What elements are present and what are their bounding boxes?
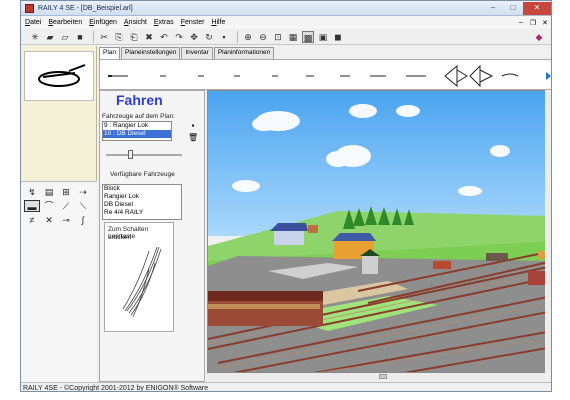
double-switch-icon[interactable]: ≠ <box>24 214 40 226</box>
scroll-right-arrow <box>546 72 551 80</box>
redo-icon[interactable]: ↷ <box>173 31 185 43</box>
switch-diagram <box>122 246 162 318</box>
menu-fenster[interactable]: Fenster <box>181 19 205 26</box>
slider-thumb[interactable] <box>128 150 133 159</box>
switch-preview: Zum Schalten Leertaste drücken <box>104 222 174 332</box>
view-2d-icon[interactable]: ▦ <box>287 31 299 43</box>
delete-icon[interactable]: ✖ <box>143 31 155 43</box>
list-item[interactable]: Block <box>103 185 181 193</box>
on-plan-list[interactable]: 9 : Rangier Lok 10 : DB Diesel <box>102 121 172 141</box>
copy-icon[interactable]: ⎘ <box>113 31 125 43</box>
rotate-icon[interactable]: ↻ <box>203 31 215 43</box>
crossing-tool-icon[interactable]: ⊞ <box>58 186 74 198</box>
menu-ansicht[interactable]: Ansicht <box>124 19 147 26</box>
scrollbar-thumb[interactable] <box>379 374 387 379</box>
undo-icon[interactable]: ↶ <box>158 31 170 43</box>
buffer-tool-icon[interactable]: ⇢ <box>75 186 91 198</box>
3d-scene <box>208 91 551 372</box>
mdi-minimize-button[interactable]: – <box>515 19 527 27</box>
trash-icon[interactable]: 🗑 <box>188 133 198 142</box>
window-title: RAILY 4 SE - [DB_Beispiel.arl] <box>38 4 133 12</box>
color-icon[interactable]: ◼ <box>332 31 344 43</box>
save-icon[interactable]: ■ <box>74 31 86 43</box>
drive-mode-icon[interactable]: ▣ <box>317 31 329 43</box>
straight-track-icon[interactable]: ▬ <box>24 200 40 212</box>
loco-preview <box>24 51 94 101</box>
fill-tool-icon[interactable]: ▤ <box>41 186 57 198</box>
left-tool-column: ↯ ▤ ⊞ ⇢ ▬ ⌒ ⟋ ⟍ ≠ ✕ ⊸ ∫ <box>21 46 97 382</box>
track-piece-bar <box>99 59 551 90</box>
horizontal-scrollbar[interactable] <box>207 373 545 380</box>
locomotive-icon <box>38 64 86 87</box>
menu-hilfe[interactable]: Hilfe <box>211 19 225 26</box>
cut-icon[interactable]: ✂ <box>98 31 110 43</box>
app-window: RAILY 4 SE - [DB_Beispiel.arl] – □ ✕ Dat… <box>20 0 552 392</box>
open-file-icon[interactable]: ▱ <box>59 31 71 43</box>
slope-track-icon[interactable]: ∫ <box>75 214 91 226</box>
signal-tool-icon[interactable]: ↯ <box>24 186 40 198</box>
toolbar-separator <box>93 30 94 43</box>
list-item[interactable]: Re 4/4 RAILY <box>103 209 181 217</box>
point-icon[interactable]: ▪ <box>218 31 230 43</box>
curve-track-icon[interactable]: ⌒ <box>41 200 57 212</box>
list-item[interactable]: Rangier Lok <box>103 193 181 201</box>
mdi-close-button[interactable]: ✕ <box>539 19 551 27</box>
speed-slider[interactable] <box>106 150 182 159</box>
end-track-icon[interactable]: ⊸ <box>58 214 74 226</box>
status-bar: RAILY 4SE - ©Copyright 2001-2012 by ENIG… <box>21 382 551 391</box>
tab-inventar[interactable]: Inventar <box>181 47 213 59</box>
menu-einfuegen[interactable]: Einfügen <box>89 19 117 26</box>
tools-icon[interactable]: ◆ <box>533 31 545 43</box>
app-icon <box>25 3 34 13</box>
crossover-icon[interactable]: ✕ <box>41 214 57 226</box>
panel-title: Fahren <box>116 92 163 108</box>
zoom-out-icon[interactable]: ⊖ <box>257 31 269 43</box>
list-item-selected[interactable]: 10 : DB Diesel <box>103 130 171 138</box>
menu-extras[interactable]: Extras <box>154 19 174 26</box>
minimize-button[interactable]: – <box>483 2 503 15</box>
paste-icon[interactable]: ⎗ <box>128 31 140 43</box>
vertical-scrollbar[interactable] <box>545 90 551 373</box>
mdi-restore-button[interactable]: ❐ <box>527 19 539 27</box>
tab-planinformationen[interactable]: Planinformationen <box>213 47 275 59</box>
menu-datei[interactable]: Datei <box>25 19 41 26</box>
view-3d-icon[interactable]: ▩ <box>302 30 314 43</box>
track-tool-palette: ↯ ▤ ⊞ ⇢ ▬ ⌒ ⟋ ⟍ ≠ ✕ ⊸ ∫ <box>21 181 97 382</box>
plan-tabs: Plan Planeinstellungen Inventar Planinfo… <box>99 47 275 60</box>
move-icon[interactable]: ✥ <box>188 31 200 43</box>
title-bar: RAILY 4 SE - [DB_Beispiel.arl] – □ ✕ <box>21 1 551 16</box>
zoom-fit-icon[interactable]: ⊡ <box>272 31 284 43</box>
available-label: Verfügbare Fahrzeuge <box>110 171 175 178</box>
tab-planeinstellungen[interactable]: Planeinstellungen <box>121 47 181 59</box>
open-folder-icon[interactable]: ▰ <box>44 31 56 43</box>
close-button[interactable]: ✕ <box>523 1 551 15</box>
list-item[interactable]: DB Diesel <box>103 201 181 209</box>
switch-right-icon[interactable]: ⟍ <box>75 200 91 212</box>
menu-bearbeiten[interactable]: Bearbeiten <box>48 19 82 26</box>
3d-view[interactable] <box>207 90 551 373</box>
track-piece-icons <box>108 64 551 88</box>
toolbar-separator <box>237 30 238 43</box>
switch-left-icon[interactable]: ⟋ <box>58 200 74 212</box>
select-vehicle-icon[interactable]: ▪ <box>188 121 198 130</box>
maximize-button[interactable]: □ <box>503 2 523 15</box>
new-plan-icon[interactable]: ✳ <box>29 31 41 43</box>
toolbar: ✳ ▰ ▱ ■ ✂ ⎘ ⎗ ✖ ↶ ↷ ✥ ↻ ▪ ⊕ ⊖ ⊡ ▦ ▩ ▣ ◼ … <box>21 29 551 45</box>
drive-panel: Fahren Fahrzeuge auf dem Plan: 9 : Rangi… <box>99 90 205 382</box>
list-item[interactable]: 9 : Rangier Lok <box>103 122 171 130</box>
menu-bar: Datei Bearbeiten Einfügen Ansicht Extras… <box>21 16 551 29</box>
zoom-in-icon[interactable]: ⊕ <box>242 31 254 43</box>
available-list[interactable]: Block Rangier Lok DB Diesel Re 4/4 RAILY <box>102 184 182 220</box>
on-plan-label: Fahrzeuge auf dem Plan: <box>102 113 175 120</box>
